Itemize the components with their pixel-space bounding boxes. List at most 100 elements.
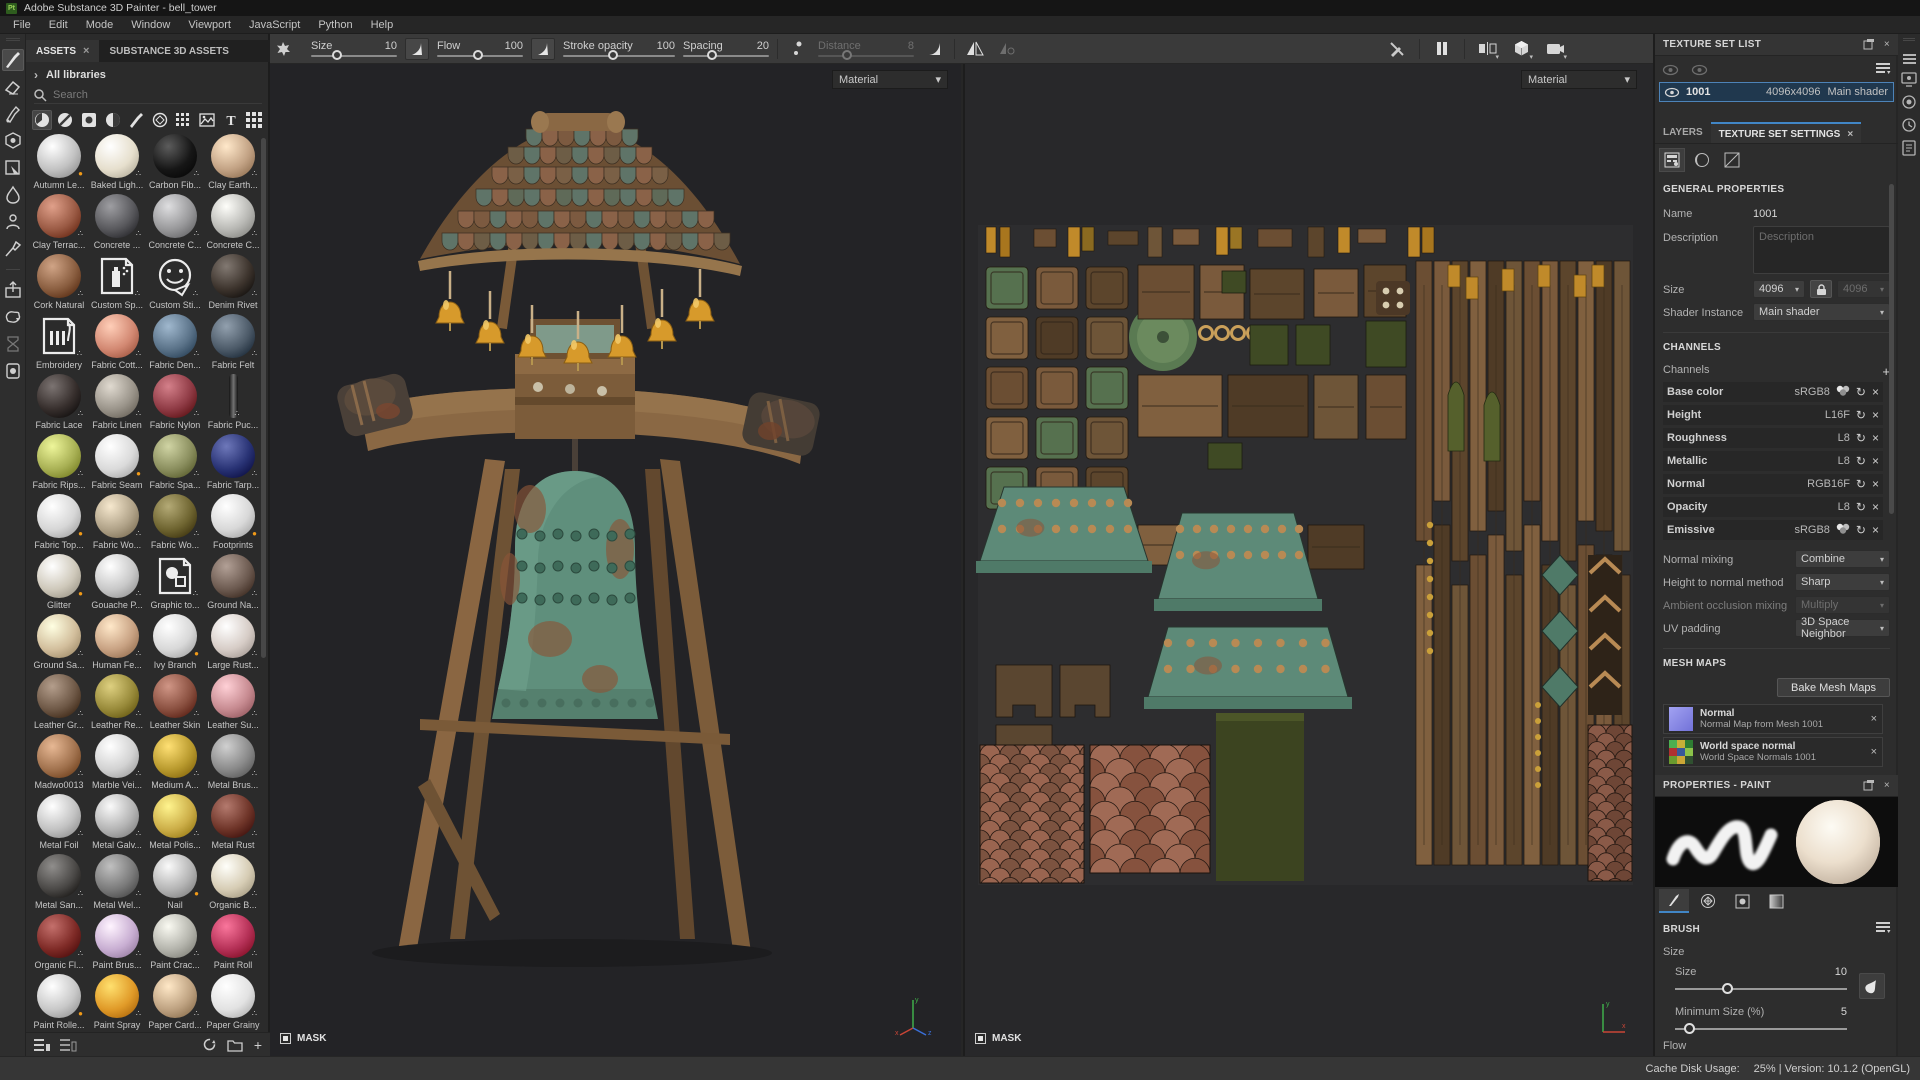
add-asset-button[interactable]: +: [254, 1037, 262, 1053]
navigation-gizmo[interactable]: y x z: [893, 994, 933, 1038]
asset-tile[interactable]: ∴Custom Sp...: [88, 254, 146, 312]
asset-tile[interactable]: ∴Concrete ...: [88, 194, 146, 252]
texture-atlas[interactable]: [978, 225, 1633, 885]
asset-tile[interactable]: ∴Leather Gr...: [30, 674, 88, 732]
filter-alphas-icon[interactable]: [150, 110, 170, 130]
menu-window[interactable]: Window: [122, 17, 179, 33]
asset-tile[interactable]: ●Footprints: [204, 494, 262, 552]
asset-tile[interactable]: ∴Madwo0013: [30, 734, 88, 792]
texture-set-row[interactable]: 1001 4096x4096 Main shader: [1659, 82, 1894, 102]
asset-tile[interactable]: ∴Cork Natural: [30, 254, 88, 312]
list-view-icon[interactable]: [34, 1039, 50, 1051]
asset-tile[interactable]: ∴Fabric Nylon: [146, 374, 204, 432]
detail-view-icon[interactable]: [60, 1039, 76, 1051]
bake-mesh-maps-button[interactable]: Bake Mesh Maps: [1777, 678, 1890, 697]
reset-channel-icon[interactable]: ↻: [1856, 501, 1866, 513]
eraser-tool[interactable]: [2, 76, 24, 98]
brush-options-icon[interactable]: [1876, 922, 1890, 937]
paint-tool[interactable]: [2, 49, 24, 71]
show-all-eye-icon[interactable]: [1663, 65, 1678, 75]
filter-fonts-icon[interactable]: T: [221, 110, 241, 130]
mesh-map-world-space-normal[interactable]: World space normalWorld Space Normals 10…: [1663, 737, 1883, 767]
polygon-fill-tool[interactable]: [2, 157, 24, 179]
tab-texture-set-settings[interactable]: TEXTURE SET SETTINGS ×: [1711, 122, 1862, 143]
log-icon[interactable]: [1903, 141, 1915, 155]
symmetry-icon[interactable]: [963, 38, 987, 60]
resources-updater-tool[interactable]: [2, 306, 24, 328]
reset-channel-icon[interactable]: ↻: [1856, 386, 1866, 398]
brush-falloff-icon[interactable]: [531, 38, 555, 60]
viewport3d-mask-toggle[interactable]: MASK: [280, 1033, 326, 1044]
slider-knob[interactable]: [608, 50, 618, 60]
slider-track[interactable]: [437, 55, 523, 57]
brush-size-slider[interactable]: [1675, 988, 1847, 990]
asset-tile[interactable]: ∴Leather Re...: [88, 674, 146, 732]
asset-tile[interactable]: ∴Paper Grainy: [204, 974, 262, 1032]
display-settings-icon[interactable]: [1902, 73, 1916, 86]
asset-tile[interactable]: ●Fabric Seam: [88, 434, 146, 492]
list-options-icon[interactable]: [1876, 63, 1890, 78]
asset-tile[interactable]: ∴Ground Na...: [204, 554, 262, 612]
delete-channel-icon[interactable]: ×: [1872, 455, 1879, 467]
dock-menu-icon[interactable]: [1903, 54, 1916, 64]
material-picker-tool[interactable]: [2, 238, 24, 260]
viewport-3d[interactable]: Material▾ MASK y x z: [270, 64, 961, 1056]
plugin-tool[interactable]: [2, 360, 24, 382]
delete-channel-icon[interactable]: ×: [1872, 501, 1879, 513]
reset-channel-icon[interactable]: ↻: [1856, 478, 1866, 490]
slider-knob[interactable]: [707, 50, 717, 60]
asset-tile[interactable]: ∴Metal Wel...: [88, 854, 146, 912]
asset-tile[interactable]: ∴Ground Sa...: [30, 614, 88, 672]
clear-mesh-map-icon[interactable]: ×: [1871, 713, 1877, 725]
slider-knob[interactable]: [332, 50, 342, 60]
asset-tile[interactable]: ∴Embroidery: [30, 314, 88, 372]
asset-tile[interactable]: ∴Gouache P...: [88, 554, 146, 612]
asset-tile[interactable]: ●Ivy Branch: [146, 614, 204, 672]
close-panel-icon[interactable]: ×: [1884, 780, 1890, 791]
pause-engine-icon[interactable]: [1430, 38, 1454, 60]
asset-tile[interactable]: ∴Fabric Linen: [88, 374, 146, 432]
asset-tile[interactable]: ∴Metal Foil: [30, 794, 88, 852]
slider-track[interactable]: [683, 55, 769, 57]
close-tab-icon[interactable]: ×: [1847, 129, 1853, 143]
eye-icon[interactable]: [1665, 88, 1679, 97]
menu-mode[interactable]: Mode: [77, 17, 123, 33]
brush-stamp-icon[interactable]: [271, 38, 295, 60]
asset-tile[interactable]: ∴Clay Earth...: [204, 134, 262, 192]
assets-scrollbar[interactable]: [261, 138, 266, 658]
delete-channel-icon[interactable]: ×: [1872, 478, 1879, 490]
all-libraries-row[interactable]: › All libraries: [34, 66, 264, 84]
asset-tile[interactable]: ∴Leather Su...: [204, 674, 262, 732]
height-to-normal-dropdown[interactable]: Sharp▾: [1795, 573, 1890, 591]
asset-tile[interactable]: ∴Metal Polis...: [146, 794, 204, 852]
filter-textures-icon[interactable]: [174, 110, 194, 130]
bell-tower-model[interactable]: [300, 79, 860, 999]
filter-environments-icon[interactable]: [197, 110, 217, 130]
slider-track[interactable]: [563, 55, 675, 57]
asset-tile[interactable]: ∴Metal Rust: [204, 794, 262, 852]
delete-channel-icon[interactable]: ×: [1872, 432, 1879, 444]
viewport2d-material-dropdown[interactable]: Material▾: [1521, 70, 1637, 89]
asset-tile[interactable]: ●Glitter: [30, 554, 88, 612]
3d-view-button[interactable]: ▾: [1509, 38, 1533, 60]
filter-brushes-icon[interactable]: [126, 110, 146, 130]
viewport3d-material-dropdown[interactable]: Material▾: [832, 70, 948, 89]
asset-tile[interactable]: ∴Carbon Fib...: [146, 134, 204, 192]
viewport-2d-uv[interactable]: Material▾ MASK y x: [963, 64, 1653, 1056]
tab-material[interactable]: [1761, 889, 1791, 913]
filter-smart-masks-icon[interactable]: [79, 110, 99, 130]
asset-tile[interactable]: ●Fabric Top...: [30, 494, 88, 552]
stroke-opacity-control[interactable]: Stroke opacity100: [563, 40, 675, 57]
close-tab-icon[interactable]: ×: [83, 45, 89, 57]
toolstrip-grip[interactable]: [6, 38, 20, 41]
delete-channel-icon[interactable]: ×: [1872, 524, 1879, 536]
menu-viewport[interactable]: Viewport: [179, 17, 240, 33]
smudge-tool[interactable]: [2, 184, 24, 206]
size-control[interactable]: Size10: [311, 40, 397, 57]
no-tessellation-icon[interactable]: [1719, 148, 1745, 172]
asset-tile[interactable]: ∴Custom Sti...: [146, 254, 204, 312]
asset-tile[interactable]: ∴Metal San...: [30, 854, 88, 912]
reset-channel-icon[interactable]: ↻: [1856, 432, 1866, 444]
asset-tile[interactable]: ∴Large Rust...: [204, 614, 262, 672]
asset-tile[interactable]: ∴Graphic to...: [146, 554, 204, 612]
